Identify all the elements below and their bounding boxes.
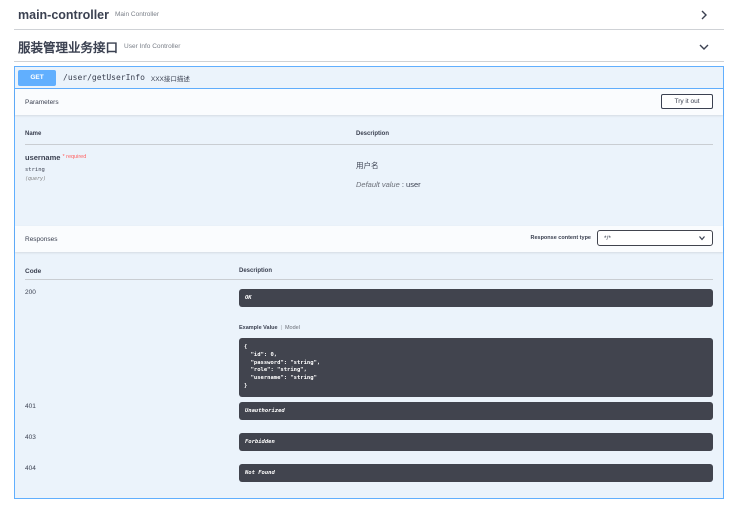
divider [25,279,713,280]
param-name-header: Name [25,131,42,137]
parameter-description: 用户名 [356,161,379,170]
example-tabs: Example Value | Model [239,325,300,331]
response-description: Forbidden [239,433,713,451]
response-content-type-value: */* [604,234,611,242]
response-code: 401 [25,403,36,410]
parameter-name: username * required [25,153,86,162]
try-it-out-button[interactable]: Try it out [661,94,713,109]
tab-separator: | [280,325,282,331]
parameter-type: string [25,167,45,173]
tag-name: main-controller [18,7,109,22]
response-description: Unauthorized [239,402,713,420]
response-content-type-select[interactable]: */* [597,230,713,246]
response-code: 404 [25,465,36,472]
parameter-default: Default value : user [356,180,421,189]
operation-summary[interactable]: GET /user/getUserInfo XXX接口描述 [15,67,723,89]
response-code-header: Code [25,268,42,275]
chevron-right-icon[interactable] [698,9,710,21]
tag-name: 服装管理业务接口 [18,41,119,55]
response-code: 200 [25,289,36,296]
tag-user-info-controller[interactable]: 服装管理业务接口 User Info Controller [14,32,724,62]
operation-path: /user/getUserInfo [63,73,145,82]
example-value-code: { "id": 0, "password": "string", "role":… [239,338,713,397]
default-value-label: Default value [356,180,400,189]
default-value: : user [399,180,421,189]
parameter-name-text: username [25,153,61,162]
param-description-header: Description [356,131,390,137]
divider [25,144,713,145]
tag-main-controller[interactable]: main-controller Main Controller [14,0,724,30]
response-code: 403 [25,434,36,441]
response-description: Not Found [239,464,713,482]
response-content-type-label: Response content type [530,235,591,241]
tag-description: Main Controller [115,11,160,18]
parameter-location: (query) [25,176,47,182]
operation-block: GET /user/getUserInfo XXX接口描述 Parameters… [14,66,724,499]
chevron-down-icon [699,236,705,241]
response-description: OK [239,289,713,307]
chevron-down-icon[interactable] [698,41,710,53]
parameters-header: Parameters Try it out [15,89,723,115]
parameters-title: Parameters [25,98,59,106]
operation-summary-text: XXX接口描述 [150,75,190,83]
tag-description: User Info Controller [124,43,181,50]
tab-example-value[interactable]: Example Value [239,325,278,331]
http-method-badge: GET [18,69,56,86]
required-marker: * required [62,154,87,160]
response-description-header: Description [239,268,273,274]
responses-header: Responses Response content type */* [15,226,723,252]
tab-model[interactable]: Model [285,325,300,331]
responses-title: Responses [25,235,58,243]
